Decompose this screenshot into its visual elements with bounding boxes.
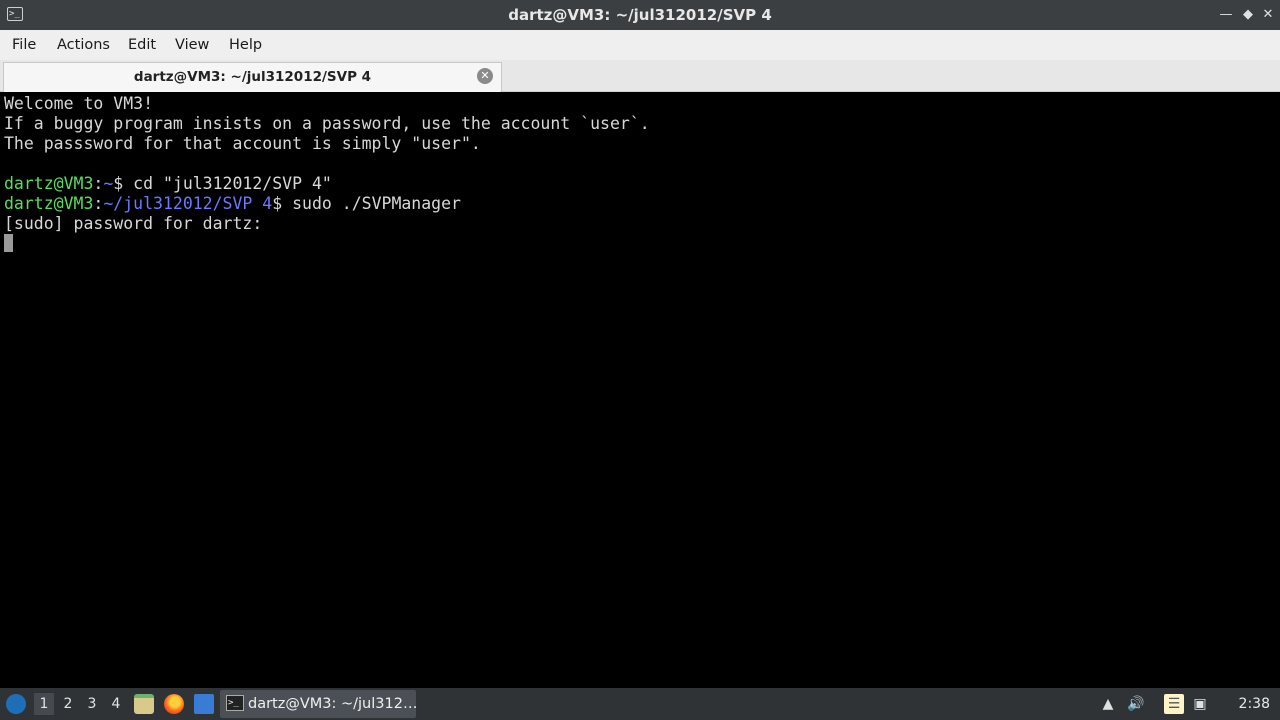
prompt-path: ~/jul312012/SVP 4 — [103, 194, 273, 213]
menu-file[interactable]: File — [12, 37, 36, 53]
prompt-line: dartz@VM3:~/jul312012/SVP 4$ sudo ./SVPM… — [4, 194, 461, 214]
tab-label: dartz@VM3: ~/jul312012/SVP 4 — [133, 69, 372, 85]
desktop-4[interactable]: 4 — [106, 693, 126, 715]
clock[interactable]: 2:38 — [1239, 688, 1270, 720]
terminal-line: Welcome to VM3! — [4, 94, 154, 113]
prompt-command: $ sudo ./SVPManager — [272, 194, 461, 213]
taskbar-window-label: dartz@VM3: ~/jul312… — [248, 696, 418, 712]
taskbar-window-button[interactable]: >_ dartz@VM3: ~/jul312… — [220, 690, 418, 718]
desktop-1[interactable]: 1 — [34, 693, 54, 715]
prompt-line: dartz@VM3:~$ cd "jul312012/SVP 4" — [4, 174, 332, 194]
file-manager-icon[interactable] — [134, 694, 154, 714]
close-icon[interactable]: ✕ — [1259, 6, 1277, 24]
start-menu-icon[interactable] — [6, 694, 26, 714]
show-desktop-icon[interactable] — [194, 694, 214, 714]
terminal-tab[interactable]: dartz@VM3: ~/jul312012/SVP 4 ✕ — [3, 62, 502, 92]
desktop-3[interactable]: 3 — [82, 693, 102, 715]
prompt-user: dartz@VM3 — [4, 174, 94, 193]
window-titlebar[interactable]: >_ dartz@VM3: ~/jul312012/SVP 4 — ◆ ✕ — [0, 0, 1280, 30]
prompt-path: ~ — [103, 174, 114, 193]
menu-view[interactable]: View — [175, 37, 209, 53]
volume-icon[interactable]: 🔊 — [1126, 694, 1146, 714]
terminal-icon: >_ — [226, 695, 244, 711]
tab-bar: dartz@VM3: ~/jul312012/SVP 4 ✕ — [0, 60, 1280, 92]
prompt-command: $ cd "jul312012/SVP 4" — [113, 174, 332, 193]
firefox-icon[interactable] — [164, 694, 184, 714]
clipboard-icon[interactable]: ☰ — [1164, 694, 1184, 714]
minimize-icon[interactable]: — — [1217, 6, 1235, 24]
close-circle-icon[interactable]: ✕ — [477, 68, 493, 84]
prompt-separator: : — [93, 194, 104, 213]
terminal-area[interactable]: Welcome to VM3! If a buggy program insis… — [0, 92, 1280, 688]
update-notifier-icon[interactable]: ▲ — [1098, 694, 1118, 714]
network-icon[interactable]: ▣ — [1190, 694, 1210, 714]
terminal-line: If a buggy program insists on a password… — [4, 114, 650, 133]
menu-help[interactable]: Help — [229, 37, 262, 53]
menu-edit[interactable]: Edit — [128, 37, 156, 53]
terminal-line: The passsword for that account is simply… — [4, 134, 481, 153]
terminal-cursor — [4, 234, 13, 252]
menu-actions[interactable]: Actions — [57, 37, 110, 53]
prompt-separator: : — [93, 174, 104, 193]
taskbar: 1 2 3 4 >_ dartz@VM3: ~/jul312… ▲ 🔊 ☰ ▣ … — [0, 688, 1280, 720]
prompt-user: dartz@VM3 — [4, 194, 94, 213]
desktop-2[interactable]: 2 — [58, 693, 78, 715]
restore-icon[interactable]: ◆ — [1239, 6, 1257, 24]
window-title: dartz@VM3: ~/jul312012/SVP 4 — [508, 6, 772, 24]
terminal-line: [sudo] password for dartz: — [4, 214, 263, 233]
menu-bar: File Actions Edit View Help — [0, 30, 1280, 60]
